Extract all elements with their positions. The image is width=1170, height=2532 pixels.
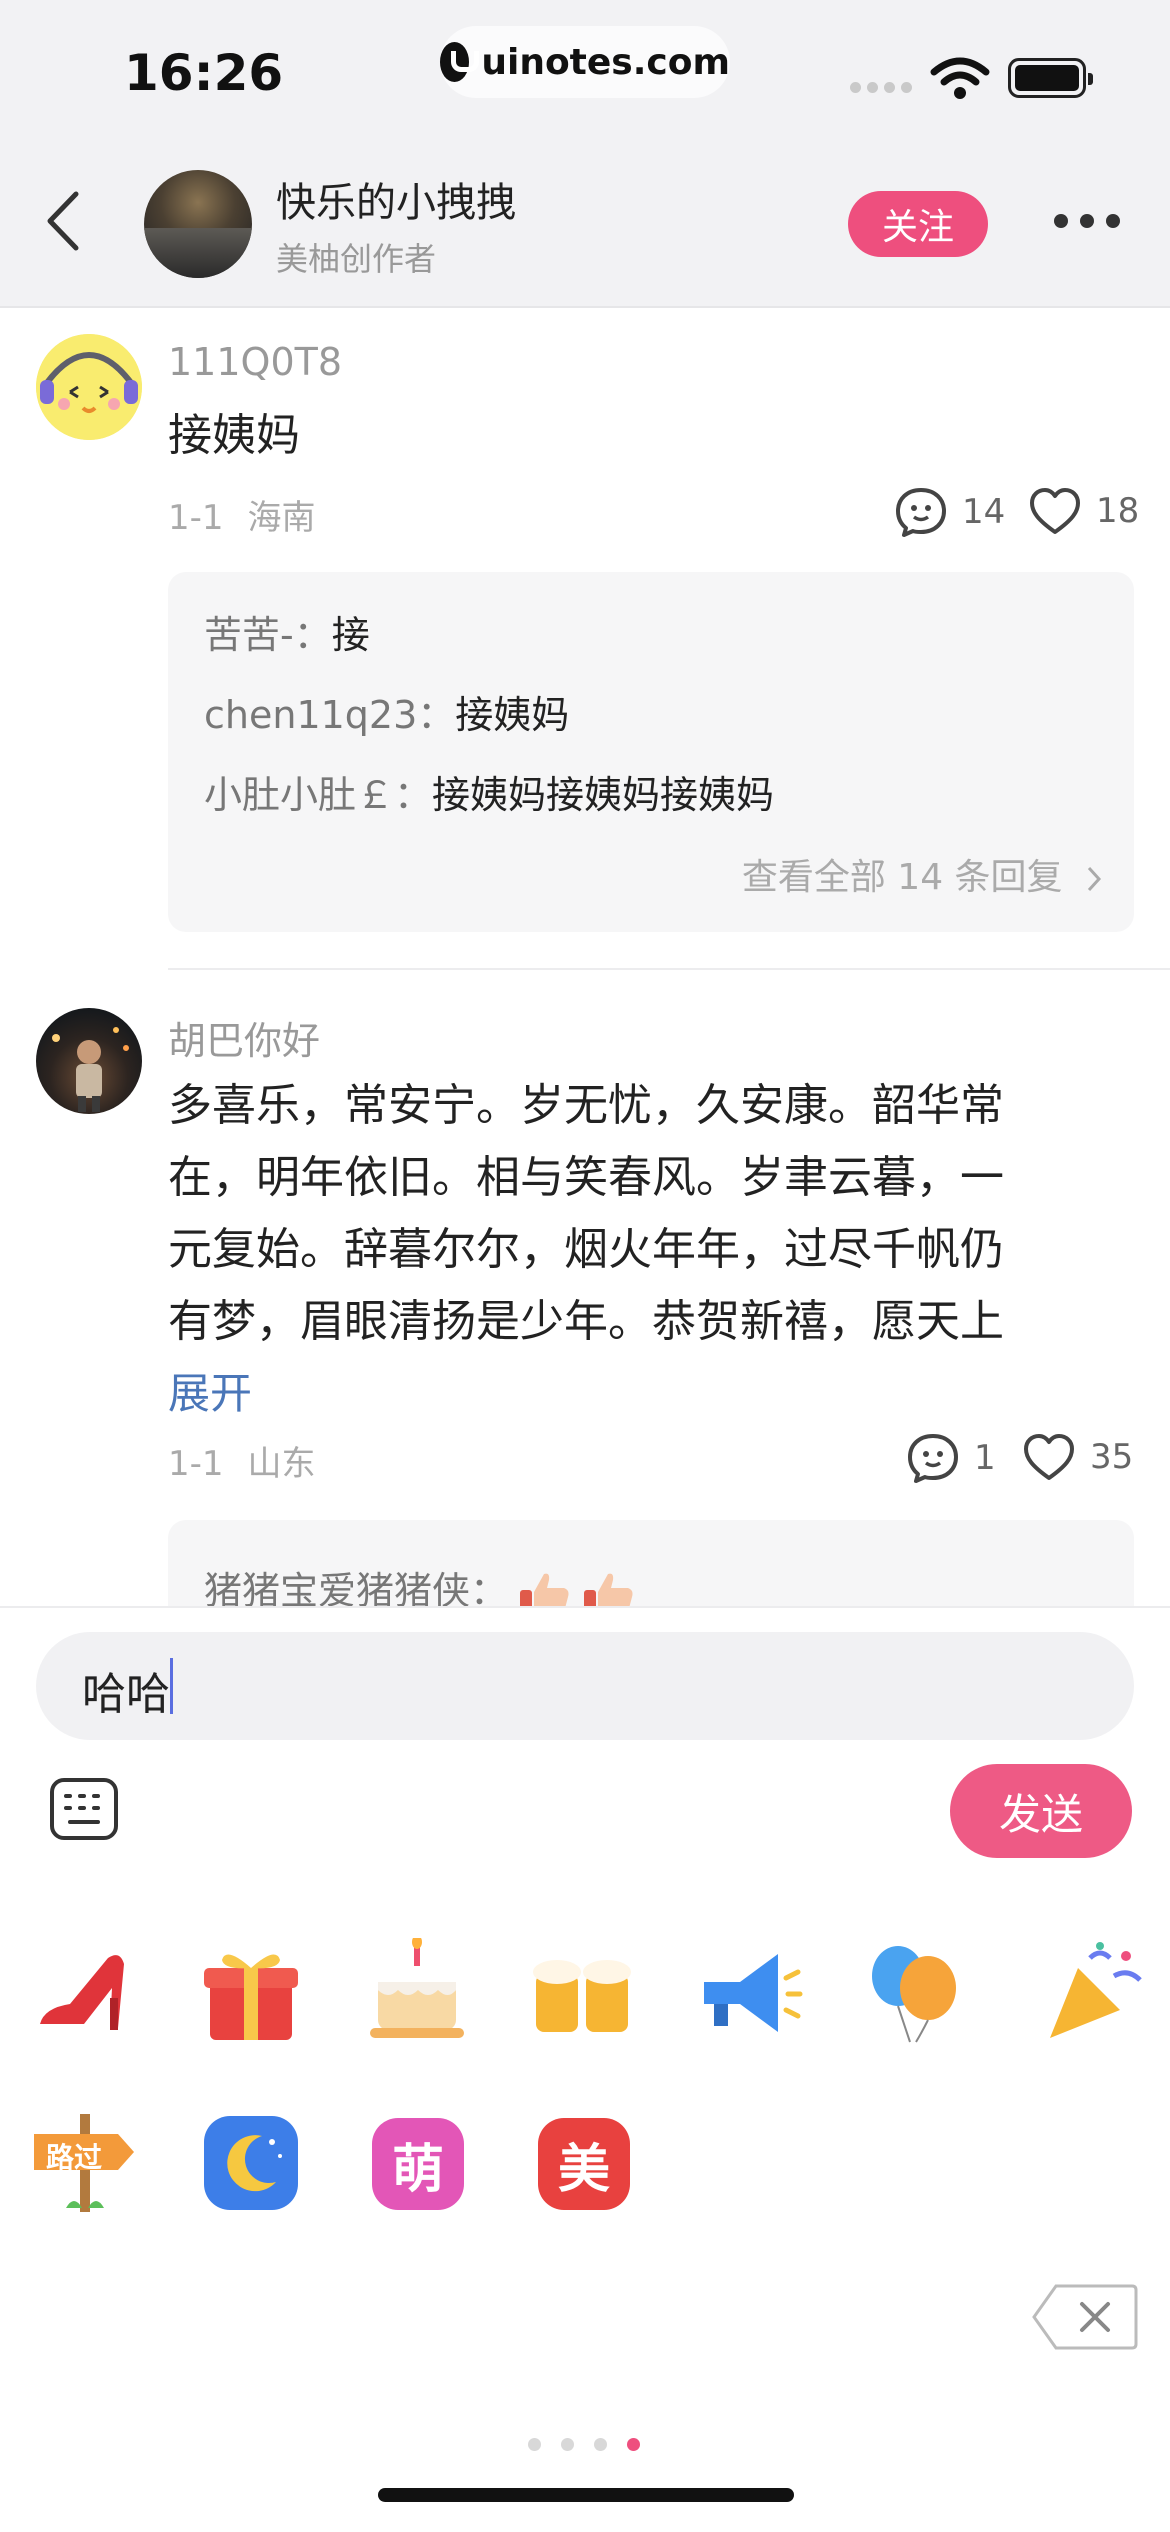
comment-text: 接姨妈 bbox=[168, 410, 300, 461]
comment-text-line: 有梦，眉眼清扬是少年。恭贺新禧，愿天上 bbox=[168, 1296, 1004, 1347]
comment-divider bbox=[168, 968, 1170, 970]
reply-count: 1 bbox=[974, 1438, 996, 1478]
signpost-sticker[interactable]: 路过 bbox=[30, 2108, 140, 2218]
comment-text: 多喜乐，常安宁。岁无忧，久安康。韶华常 在，明年依旧。相与笑春风。岁聿云暮，一 … bbox=[168, 1070, 1128, 1358]
comment-meta: 1-1 山东 bbox=[168, 1436, 316, 1485]
like-count: 18 bbox=[1096, 491, 1140, 531]
wifi-icon bbox=[930, 57, 990, 99]
comment-meta: 1-1 海南 bbox=[168, 490, 316, 539]
delete-key-icon[interactable] bbox=[1030, 2282, 1138, 2352]
comment-location: 山东 bbox=[247, 1444, 316, 1484]
comment-bubble-icon bbox=[896, 488, 946, 537]
author-name[interactable]: 快乐的小拽拽 bbox=[276, 170, 516, 228]
like-count: 35 bbox=[1090, 1437, 1134, 1477]
text-caret bbox=[170, 1658, 173, 1714]
keyboard-icon[interactable] bbox=[50, 1778, 118, 1840]
comment-date: 1-1 bbox=[168, 498, 224, 538]
chevron-right-icon bbox=[1087, 866, 1102, 892]
avatar[interactable] bbox=[36, 1008, 142, 1114]
comment-composer: 哈哈 发送 路过 萌 美 bbox=[0, 1606, 1170, 2532]
mei-sticker[interactable]: 美 bbox=[538, 2118, 630, 2210]
more-options-icon[interactable] bbox=[1054, 214, 1120, 228]
reply-name[interactable]: 苦苦-： bbox=[204, 613, 332, 657]
megaphone-sticker[interactable] bbox=[694, 1938, 804, 2048]
status-time: 16:26 bbox=[124, 44, 284, 102]
avatar[interactable] bbox=[36, 334, 142, 440]
person-photo-avatar bbox=[52, 1027, 129, 1112]
meng-sticker[interactable]: 萌 bbox=[372, 2118, 464, 2210]
moon-sticker[interactable] bbox=[196, 2108, 306, 2218]
url-text: uinotes.com bbox=[481, 41, 730, 83]
view-all-replies-link[interactable]: 查看全部 14 条回复 bbox=[742, 848, 1104, 900]
comment-username[interactable]: 111Q0T8 bbox=[168, 340, 342, 384]
page-indicator bbox=[528, 2438, 640, 2451]
heart-icon bbox=[1024, 1434, 1074, 1480]
reply-name[interactable]: chen11q23： bbox=[204, 693, 455, 737]
page-dot-active[interactable] bbox=[627, 2438, 640, 2451]
chick-avatar-icon bbox=[36, 334, 142, 440]
high-heel-sticker[interactable] bbox=[30, 1938, 140, 2048]
page-dot[interactable] bbox=[561, 2438, 574, 2451]
back-arrow-icon[interactable] bbox=[40, 186, 90, 256]
expand-link[interactable]: 展开 bbox=[168, 1360, 252, 1421]
author-avatar[interactable] bbox=[144, 170, 252, 278]
reply-count: 14 bbox=[962, 492, 1006, 532]
like-button[interactable]: 18 bbox=[1028, 486, 1139, 536]
reply-item: 小肚小肚￡：接姨妈接姨妈接姨妈 bbox=[204, 764, 774, 819]
comment-location: 海南 bbox=[247, 498, 316, 538]
reply-item: 苦苦-：接 bbox=[204, 604, 370, 659]
reply-item: chen11q23：接姨妈 bbox=[204, 684, 569, 739]
reply-name[interactable]: 小肚小肚￡： bbox=[204, 773, 432, 817]
balloon-sticker[interactable] bbox=[860, 1938, 970, 2048]
reply-text: 接姨妈 bbox=[455, 693, 570, 737]
home-indicator[interactable] bbox=[378, 2488, 794, 2502]
battery-icon bbox=[1008, 58, 1093, 98]
reply-text: 接姨妈接姨妈接姨妈 bbox=[432, 773, 775, 817]
like-button[interactable]: 35 bbox=[1022, 1432, 1133, 1482]
page-dot[interactable] bbox=[594, 2438, 607, 2451]
reply-count-button[interactable]: 1 bbox=[906, 1432, 996, 1484]
follow-button[interactable]: 关注 bbox=[848, 191, 988, 257]
reply-text: 接 bbox=[331, 613, 370, 657]
signpost-sticker-text: 路过 bbox=[46, 2141, 103, 2174]
comment-bubble-icon bbox=[908, 1434, 958, 1483]
view-all-label: 查看全部 14 条回复 bbox=[741, 857, 1063, 898]
reply-box[interactable]: 苦苦-：接 chen11q23：接姨妈 小肚小肚￡：接姨妈接姨妈接姨妈 查看全部… bbox=[168, 572, 1134, 932]
send-button[interactable]: 发送 bbox=[950, 1764, 1132, 1858]
comment-text-line: 元复始。辞暮尔尔，烟火年年，过尽千帆仍 bbox=[168, 1224, 1004, 1275]
comment-date: 1-1 bbox=[168, 1444, 224, 1484]
beer-sticker[interactable] bbox=[528, 1938, 638, 2048]
comment-text-line: 多喜乐，常安宁。岁无忧，久安康。韶华常 bbox=[168, 1080, 1004, 1131]
page-dot[interactable] bbox=[528, 2438, 541, 2451]
comment-input[interactable]: 哈哈 bbox=[36, 1632, 1134, 1740]
top-bar: 16:26 uinotes.com 快乐的小拽拽 美柚创作者 关注 bbox=[0, 0, 1170, 308]
url-pill: uinotes.com bbox=[440, 26, 730, 98]
reply-count-button[interactable]: 14 bbox=[894, 486, 1005, 538]
author-subtitle: 美柚创作者 bbox=[276, 240, 437, 278]
uinotes-logo-icon bbox=[440, 42, 480, 82]
gift-sticker[interactable] bbox=[196, 1938, 306, 2048]
comment-username[interactable]: 胡巴你好 bbox=[168, 1010, 320, 1065]
cake-sticker[interactable] bbox=[362, 1938, 472, 2048]
heart-icon bbox=[1030, 488, 1080, 534]
comment-input-value: 哈哈 bbox=[82, 1669, 170, 1720]
comment-text-line: 在，明年依旧。相与笑春风。岁聿云暮，一 bbox=[168, 1152, 1004, 1203]
cellular-signal-icon bbox=[850, 82, 912, 93]
party-popper-sticker[interactable] bbox=[1040, 1938, 1150, 2048]
